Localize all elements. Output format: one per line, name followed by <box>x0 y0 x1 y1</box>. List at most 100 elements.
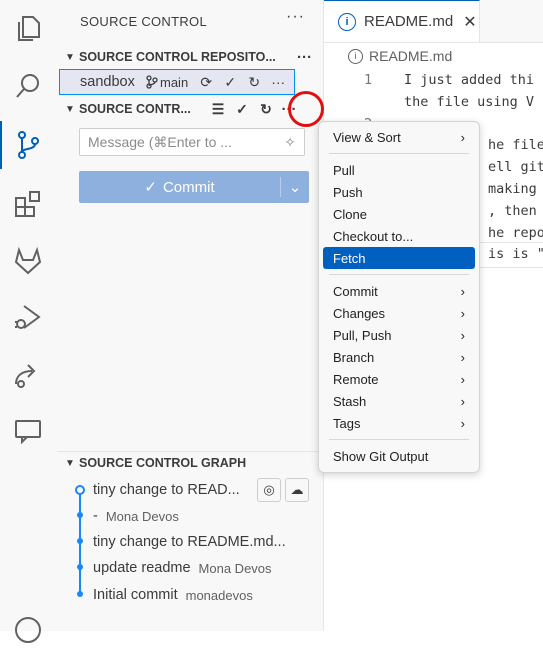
commit-button[interactable]: ✓ Commit ⌄ <box>79 171 309 203</box>
repositories-section-header[interactable]: ▼ SOURCE CONTROL REPOSITO... ··· <box>57 46 323 68</box>
section-title: SOURCE CONTROL REPOSITO... <box>79 50 276 64</box>
menu-item-label: Pull <box>333 162 355 178</box>
menu-item-label: Fetch <box>333 250 366 266</box>
menu-item-label: Checkout to... <box>333 228 414 244</box>
chat-icon[interactable] <box>10 413 46 449</box>
chevron-down-icon: ▼ <box>65 457 75 469</box>
sync-icon[interactable]: ⟳ <box>194 74 218 91</box>
sparkle-icon[interactable]: ✧ <box>284 134 296 151</box>
refresh-icon[interactable]: ↻ <box>242 74 266 91</box>
sidebar-title: SOURCE CONTROL <box>80 14 207 29</box>
graph-commit[interactable]: - Mona Devos <box>57 504 323 528</box>
menu-item-label: Branch <box>333 349 375 365</box>
view-as-tree-icon[interactable]: ☰ <box>207 101 229 118</box>
commit-message: tiny change to README.md... <box>93 534 286 550</box>
commit-message: Initial commit <box>93 587 178 603</box>
graph-commit[interactable]: tiny change to READ... ◎ ☁ <box>57 478 323 502</box>
commit-author: Mona Devos <box>105 508 179 524</box>
checkmark-icon[interactable]: ✓ <box>218 74 242 91</box>
annotation-circle <box>288 91 324 127</box>
graph-commit[interactable]: update readme Mona Devos <box>57 556 323 580</box>
code-line[interactable]: I just added thi <box>404 72 534 88</box>
code-line[interactable]: he repo <box>488 225 543 241</box>
explorer-icon[interactable] <box>10 10 46 46</box>
target-icon[interactable]: ◎ <box>257 478 281 502</box>
menu-item-pull[interactable]: Pull <box>323 159 475 181</box>
graph-commit[interactable]: Initial commit monadevos <box>57 583 323 607</box>
menu-item-clone[interactable]: Clone <box>323 203 475 225</box>
branch-indicator[interactable]: main <box>146 75 188 90</box>
activity-bar <box>0 0 58 643</box>
menu-item-tags[interactable]: Tags › <box>323 412 475 434</box>
menu-item-pull-push[interactable]: Pull, Push › <box>323 324 475 346</box>
commit-message-input[interactable]: Message (⌘Enter to ... ✧ <box>79 128 305 156</box>
chevron-down-icon: ▼ <box>65 103 75 115</box>
cloud-icon[interactable]: ☁ <box>285 478 309 502</box>
chevron-right-icon: › <box>460 129 465 145</box>
menu-item-label: Pull, Push <box>333 327 392 343</box>
info-icon: i <box>348 48 363 64</box>
branch-name: main <box>160 74 189 90</box>
line-number: 1 <box>364 72 373 88</box>
changes-section-header[interactable]: ▼ SOURCE CONTR... ☰ ✓ ↻ ··· <box>57 98 323 120</box>
more-actions-icon[interactable]: ··· <box>266 74 290 90</box>
menu-item-label: Remote <box>333 371 379 387</box>
tab-readme[interactable]: i README.md ✕ <box>324 0 480 42</box>
repo-name: sandbox <box>80 74 135 90</box>
menu-item-stash[interactable]: Stash › <box>323 390 475 412</box>
menu-item-branch[interactable]: Branch › <box>323 346 475 368</box>
code-line[interactable]: the file using V <box>404 94 534 110</box>
menu-item-show-git-output[interactable]: Show Git Output <box>323 445 475 467</box>
account-icon[interactable] <box>10 612 46 648</box>
repository-row[interactable]: sandbox main ⟳ ✓ ↻ ··· <box>59 69 295 95</box>
remote-icon[interactable] <box>10 357 46 393</box>
chevron-right-icon: › <box>460 393 465 409</box>
menu-item-label: Changes <box>333 305 386 321</box>
branch-icon <box>146 75 158 89</box>
section-title: SOURCE CONTROL GRAPH <box>79 456 247 470</box>
menu-item-checkout[interactable]: Checkout to... <box>323 225 475 247</box>
menu-item-label: Show Git Output <box>333 448 429 464</box>
more-actions-icon[interactable]: ··· <box>297 49 312 66</box>
chevron-down-icon: ▼ <box>65 51 75 63</box>
line-highlight <box>474 242 543 268</box>
graph-commit[interactable]: tiny change to README.md... <box>57 530 323 554</box>
menu-item-commit[interactable]: Commit › <box>323 280 475 302</box>
close-icon[interactable]: ✕ <box>463 12 476 32</box>
commit-message: - <box>93 508 98 524</box>
chevron-right-icon: › <box>460 415 465 431</box>
extensions-icon[interactable] <box>10 186 46 222</box>
message-placeholder: Message (⌘Enter to ... <box>88 133 232 150</box>
code-line[interactable]: ell git <box>488 159 543 175</box>
menu-item-changes[interactable]: Changes › <box>323 302 475 324</box>
menu-item-view-sort[interactable]: View & Sort › <box>323 126 475 148</box>
code-line[interactable]: he file <box>488 137 543 153</box>
more-actions-icon[interactable]: ··· <box>286 8 305 26</box>
commit-main[interactable]: ✓ Commit <box>79 178 280 197</box>
active-indicator <box>0 121 2 169</box>
menu-item-label: Commit <box>333 283 378 299</box>
code-line[interactable]: , then <box>488 203 537 219</box>
source-control-icon[interactable] <box>10 127 46 163</box>
chevron-down-icon[interactable]: ⌄ <box>281 178 309 196</box>
menu-item-fetch[interactable]: Fetch <box>323 247 475 269</box>
breadcrumb[interactable]: i README.md <box>348 48 452 64</box>
refresh-icon[interactable]: ↻ <box>255 101 277 118</box>
menu-item-push[interactable]: Push <box>323 181 475 203</box>
source-control-sidebar: SOURCE CONTROL ··· ▼ SOURCE CONTROL REPO… <box>57 0 324 631</box>
tab-label: README.md <box>364 13 454 30</box>
gitlab-icon[interactable] <box>10 243 46 279</box>
graph-section-header[interactable]: ▼ SOURCE CONTROL GRAPH <box>57 452 323 474</box>
commit-author: monadevos <box>185 587 253 603</box>
menu-separator <box>329 439 469 440</box>
chevron-right-icon: › <box>460 305 465 321</box>
code-line[interactable]: making <box>488 181 537 197</box>
menu-item-remote[interactable]: Remote › <box>323 368 475 390</box>
search-icon[interactable] <box>10 68 46 104</box>
run-debug-icon[interactable] <box>10 300 46 336</box>
commit-checkmark-icon[interactable]: ✓ <box>229 101 255 118</box>
menu-item-label: Clone <box>333 206 367 222</box>
menu-item-label: Stash <box>333 393 367 409</box>
menu-separator <box>329 274 469 275</box>
breadcrumb-file: README.md <box>369 48 453 64</box>
